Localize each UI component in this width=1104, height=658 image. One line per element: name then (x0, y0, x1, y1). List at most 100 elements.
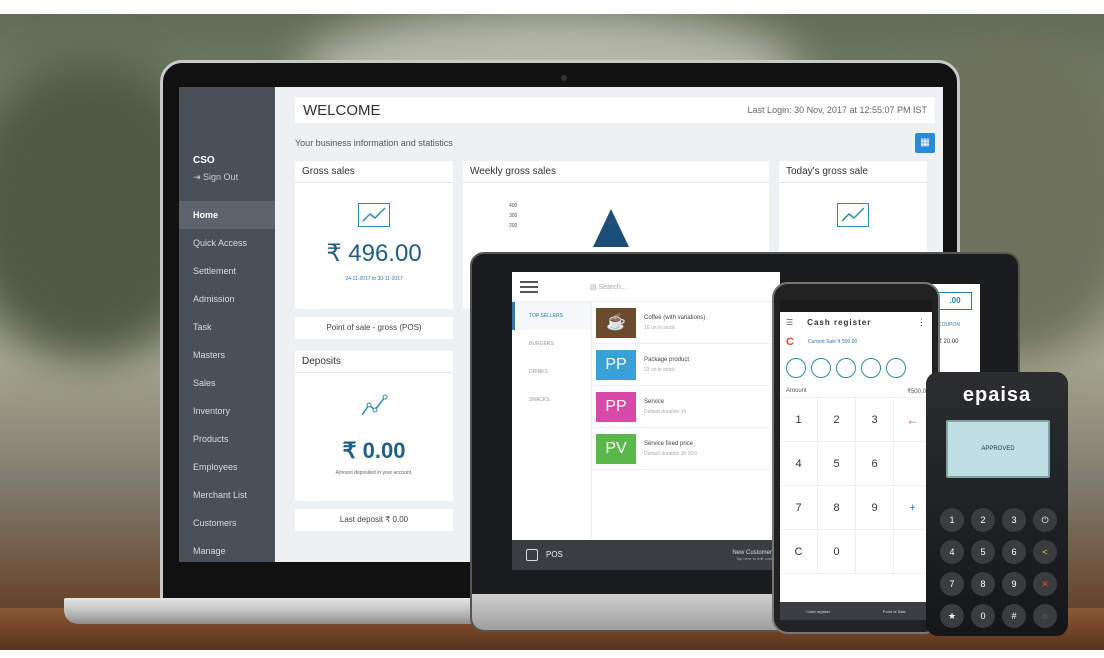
point-of-sale-tab[interactable]: Point of Sale (883, 609, 906, 614)
clear-key[interactable]: C (780, 530, 818, 574)
register-icon (526, 549, 538, 561)
star-key[interactable]: ★ (940, 604, 964, 628)
product-item[interactable]: PP Service Default duration 1h (592, 386, 780, 428)
key-4[interactable]: 4 (780, 442, 818, 486)
pos-gross-label: Point of sale - gross (POS) (295, 317, 453, 339)
line-chart-icon (837, 203, 869, 227)
sidebar-item-employees[interactable]: Employees (179, 453, 275, 481)
sign-out-link[interactable]: ⇥ Sign Out (179, 172, 275, 183)
back-icon[interactable]: < (1033, 540, 1057, 564)
sidebar-item-inventory[interactable]: Inventory (179, 397, 275, 425)
coupon-label[interactable]: COUPON (938, 322, 980, 328)
wallet-payment-icon[interactable] (836, 358, 856, 378)
key-1[interactable]: 1 (780, 398, 818, 442)
trend-icon (295, 393, 453, 424)
product-thumbnail: PP (596, 349, 636, 380)
reader-key-2[interactable]: 2 (971, 508, 995, 532)
pos-tab[interactable]: POS (526, 549, 563, 561)
last-login-text: Last Login: 30 Nov, 2017 at 12:55:07 PM … (747, 105, 927, 115)
product-duration: Default duration 1h 30m (644, 450, 698, 457)
sidebar-item-sales[interactable]: Sales (179, 369, 275, 397)
sidebar-item-manage[interactable]: Manage (179, 537, 275, 562)
current-sale-row: C Current Sale ₹ 500.00 (780, 332, 932, 352)
cash-register-tab[interactable]: Cash register (806, 609, 830, 614)
key-2[interactable]: 2 (818, 398, 856, 442)
sidebar-item-task[interactable]: Task (179, 313, 275, 341)
status-bar (780, 300, 932, 312)
sidebar-item-admission[interactable]: Admission (179, 285, 275, 313)
sidebar-item-home[interactable]: Home (179, 201, 275, 229)
calendar-button[interactable]: ▦ (915, 133, 935, 153)
cancel-icon[interactable]: ✕ (1033, 572, 1057, 596)
reader-key-4[interactable]: 4 (940, 540, 964, 564)
search-placeholder: Search... (598, 283, 627, 291)
key-7[interactable]: 7 (780, 486, 818, 530)
key-6[interactable]: 6 (856, 442, 894, 486)
key-3[interactable]: 3 (856, 398, 894, 442)
payment-methods (780, 352, 932, 378)
gross-sales-date-range: 24-11-2017 to 30-11-2017 (345, 276, 403, 282)
hash-key[interactable]: # (1002, 604, 1026, 628)
more-icon[interactable]: ⋮ (917, 317, 926, 328)
amount-value: ₹500.0 (907, 389, 926, 395)
power-icon[interactable]: ⏻ (1033, 508, 1057, 532)
today-title: Today's gross sale (779, 161, 927, 183)
key-5[interactable]: 5 (818, 442, 856, 486)
clear-sale-button[interactable]: C (786, 336, 794, 348)
sidebar-item-products[interactable]: Products (179, 425, 275, 453)
gross-sales-card: Gross sales ₹ 496.00 24-11-2017 to 30-11… (295, 161, 453, 309)
reader-key-6[interactable]: 6 (1002, 540, 1026, 564)
reader-key-9[interactable]: 9 (1002, 572, 1026, 596)
reader-key-7[interactable]: 7 (940, 572, 964, 596)
category-burgers[interactable]: BURGERS (512, 330, 591, 358)
gross-sales-amount: ₹ 496.00 (326, 240, 422, 267)
search-input[interactable]: ▤ Search... (590, 283, 627, 291)
category-list: TOP SELLERS BURGERS DRINKS SNACKS (512, 302, 592, 540)
sidebar-item-settlement[interactable]: Settlement (179, 257, 275, 285)
coupon-value: ₹ 20.00 (938, 339, 959, 345)
sidebar-item-masters[interactable]: Masters (179, 341, 275, 369)
key-0[interactable]: 0 (818, 530, 856, 574)
key-8[interactable]: 8 (818, 486, 856, 530)
y-tick-label: 400 (509, 203, 518, 209)
tablet-screen: ▤ Search... TOP SELLERS BURGERS DRINKS S… (512, 272, 780, 570)
info-bar: Your business information and statistics… (295, 129, 935, 157)
reader-key-1[interactable]: 1 (940, 508, 964, 532)
product-item[interactable]: PP Package product 23 un in stock (592, 344, 780, 386)
product-item[interactable]: PV Service fixed price Default duration … (592, 428, 780, 470)
keypad: 1 2 3 ← 4 5 6 7 8 9 + C 0 (780, 398, 932, 574)
reader-key-8[interactable]: 8 (971, 572, 995, 596)
product-name: Service fixed price (644, 440, 694, 447)
upi-payment-icon[interactable] (861, 358, 881, 378)
category-snacks[interactable]: SNACKS (512, 386, 591, 414)
top-border (0, 0, 1104, 14)
product-item[interactable]: ☕ Coffee (with variations) 16 un in stoc… (592, 302, 780, 344)
key-9[interactable]: 9 (856, 486, 894, 530)
welcome-bar: WELCOME Last Login: 30 Nov, 2017 at 12:5… (295, 97, 935, 123)
product-info: Package product 23 un in stock (644, 357, 689, 373)
tablet-body: TOP SELLERS BURGERS DRINKS SNACKS ☕ Coff… (512, 302, 780, 540)
card-payment-icon[interactable] (786, 358, 806, 378)
confirm-icon[interactable]: ○ (1033, 604, 1057, 628)
reader-key-0[interactable]: 0 (971, 604, 995, 628)
menu-icon[interactable]: ☰ (786, 318, 793, 327)
menu-icon[interactable] (520, 278, 538, 296)
sidebar-item-customers[interactable]: Customers (179, 509, 275, 537)
gross-sales-title: Gross sales (295, 161, 453, 183)
amount-row: Amount ₹500.0 (780, 378, 932, 398)
new-customer-button[interactable]: New Customer Tap here to edit cust (732, 550, 772, 561)
product-name: Package product (644, 356, 690, 363)
other-payment-icon[interactable] (886, 358, 906, 378)
reader-key-5[interactable]: 5 (971, 540, 995, 564)
sidebar-item-merchant-list[interactable]: Merchant List (179, 481, 275, 509)
deposits-note: Amount deposited in your account. (335, 470, 413, 476)
category-drinks[interactable]: DRINKS (512, 358, 591, 386)
reader-key-3[interactable]: 3 (1002, 508, 1026, 532)
deposits-title: Deposits (295, 351, 453, 373)
webcam (561, 75, 567, 81)
cash-payment-icon[interactable] (811, 358, 831, 378)
info-text: Your business information and statistics (295, 138, 453, 148)
gross-sales-body: ₹ 496.00 24-11-2017 to 30-11-2017 (295, 183, 453, 309)
category-top-sellers[interactable]: TOP SELLERS (512, 302, 591, 330)
sidebar-item-quick-access[interactable]: Quick Access (179, 229, 275, 257)
